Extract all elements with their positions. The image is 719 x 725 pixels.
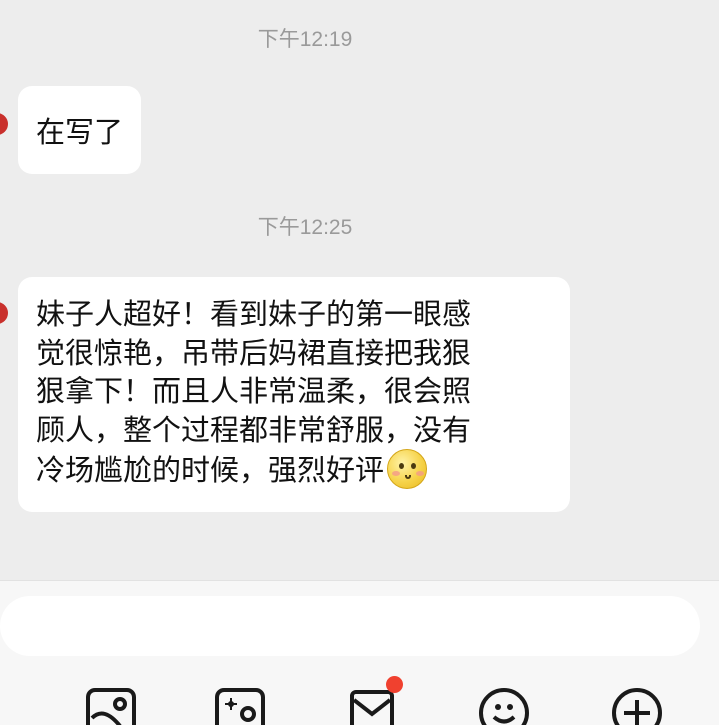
message-bubble[interactable]: 在写了 [18,86,142,174]
camera-icon[interactable] [215,688,265,725]
emoji-icon[interactable] [479,688,529,725]
message-input[interactable] [0,596,700,656]
message-timestamp: 下午12:19 [257,28,353,51]
plus-icon-glyph [624,700,650,725]
message-text: 在写了 [36,115,124,149]
notification-badge [386,676,403,693]
contact-avatar[interactable] [0,113,8,135]
message-line: 顾人，整个过程都非常舒服，没有 [36,412,472,447]
plus-icon[interactable] [612,688,662,725]
message-line: 狠拿下！而且人非常温柔，很会照 [36,374,472,408]
smiling-face-emoji-icon [387,449,428,489]
chat-message-list[interactable]: 下午12:19 在写了 下午12:25 妹子人超好！看到妹子的第一眼感 觉很惊艳… [0,0,719,580]
red-packet-icon[interactable] [350,690,394,725]
message-line: 冷场尴尬的时候，强烈好评 [36,453,385,487]
red-packet-icon-glyph [354,698,390,717]
message-line: 觉很惊艳，吊带后妈裙直接把我狠 [36,335,472,370]
message-line: 妹子人超好！看到妹子的第一眼感 [36,297,472,331]
message-timestamp: 下午12:25 [257,216,353,239]
message-bubble[interactable]: 妹子人超好！看到妹子的第一眼感 觉很惊艳，吊带后妈裙直接把我狠 狠拿下！而且人非… [18,277,570,512]
contact-avatar[interactable] [0,302,8,324]
image-icon[interactable] [86,688,136,725]
message-line-last: 冷场尴尬的时候，强烈好评 [36,449,552,490]
image-icon-glyph [90,697,127,725]
emoji-icon-glyph [492,704,516,724]
camera-icon-glyph [225,698,256,722]
